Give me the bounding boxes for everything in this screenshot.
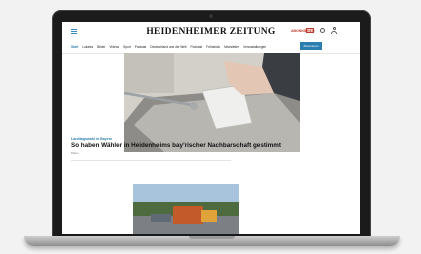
hero-image[interactable] xyxy=(124,53,300,152)
article-kicker[interactable]: Landtagswahl in Bayern xyxy=(71,137,112,141)
nav-item[interactable]: Lokales xyxy=(82,45,93,49)
nav-item[interactable]: Deutschland und die Welt xyxy=(150,45,186,49)
laptop-notch xyxy=(189,236,235,239)
search-icon[interactable] xyxy=(320,28,325,33)
nav-item[interactable]: Bilder xyxy=(97,45,105,49)
nav-item[interactable]: Newsletter xyxy=(224,45,239,49)
nav-item[interactable]: Videos xyxy=(109,45,119,49)
webcam-icon xyxy=(209,14,213,18)
divider xyxy=(71,160,231,161)
laptop-screen: HEIDENHEIMER ZEITUNG ABONNIEREN Start Lok… xyxy=(62,22,360,234)
site-logo[interactable]: HEIDENHEIMER ZEITUNG xyxy=(62,27,360,37)
nav-item[interactable]: Frühstück xyxy=(206,45,220,49)
site-header: HEIDENHEIMER ZEITUNG ABONNIEREN xyxy=(62,22,360,40)
subscribe-button[interactable]: Abonnieren xyxy=(300,42,322,50)
article-teaser-image[interactable] xyxy=(133,184,239,234)
nav-item[interactable]: Veranstaltungen xyxy=(243,45,266,49)
nav-item[interactable]: Start xyxy=(71,45,78,49)
article-headline[interactable]: So haben Wähler in Heidenheims bay’risch… xyxy=(71,142,281,149)
epaper-icon[interactable] xyxy=(306,28,314,33)
nav-item[interactable]: Sport xyxy=(123,45,131,49)
nav-item[interactable]: Podcast xyxy=(135,45,147,49)
user-icon[interactable] xyxy=(331,27,337,34)
nav-items: Start Lokales Bilder Videos Sport Podcast Deut… xyxy=(71,45,266,49)
nav-item[interactable]: Podcast xyxy=(191,45,203,49)
article-byline: Piano xyxy=(71,151,79,155)
